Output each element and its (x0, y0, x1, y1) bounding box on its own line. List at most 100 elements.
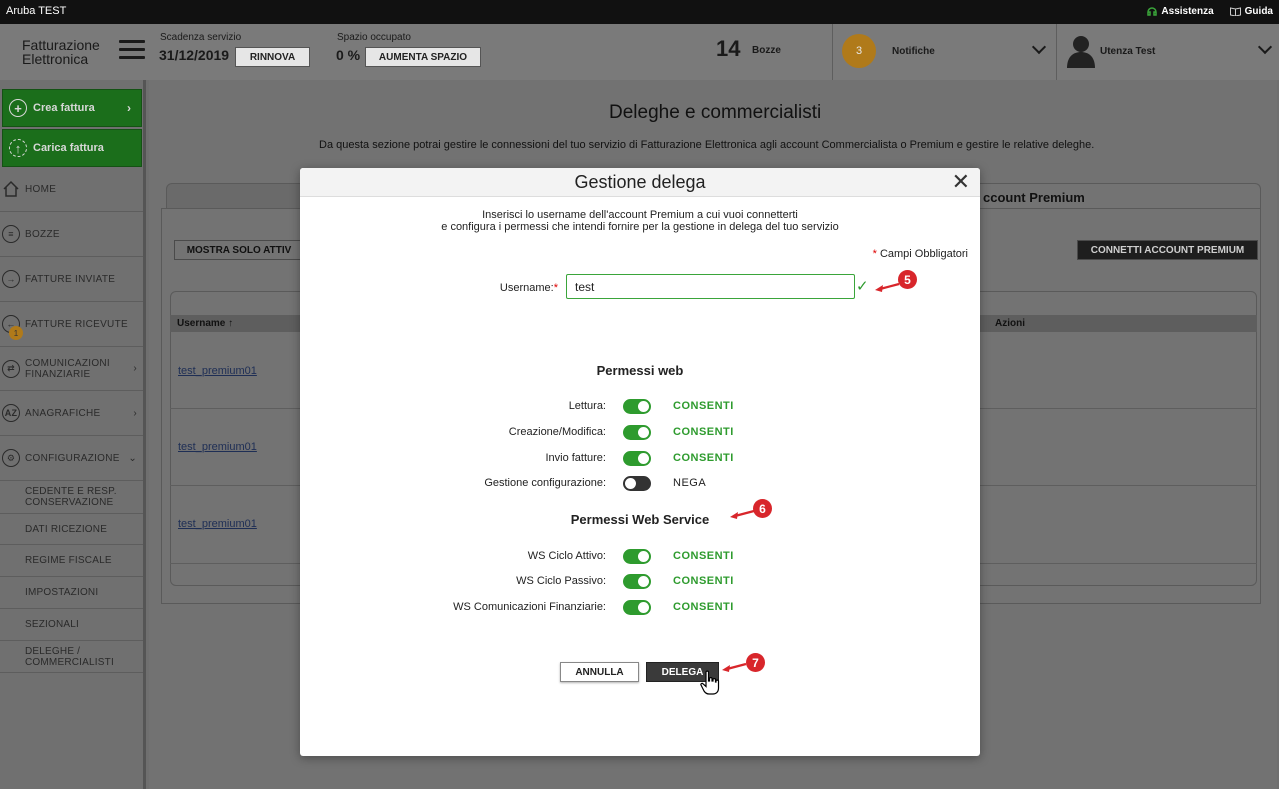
sidebar-item-bozze[interactable]: ≡ BOZZE (0, 212, 143, 257)
sidebar-subitem-regime-fiscale[interactable]: REGIME FISCALE (0, 545, 143, 577)
modal-header: Gestione delega ✕ (300, 168, 980, 197)
sidebar-item-home[interactable]: HOME (0, 167, 143, 212)
tab-premium[interactable]: ccount Premium (978, 183, 1261, 209)
spazio-label: Spazio occupato (337, 32, 411, 43)
gear-icon: ⚙ (2, 449, 20, 467)
rinnova-button[interactable]: RINNOVA (235, 47, 310, 67)
bozze-label[interactable]: Bozze (752, 45, 781, 56)
perm-creazione-toggle[interactable] (623, 425, 651, 440)
sidebar-item-anagrafiche[interactable]: AZ ANAGRAFICHE › (0, 391, 143, 436)
book-icon (1229, 7, 1241, 16)
sidebar-subitem-cedente[interactable]: CEDENTE E RESP. CONSERVAZIONE (0, 481, 143, 514)
table-row-username-link[interactable]: test_premium01 (178, 518, 257, 530)
plus-icon: + (9, 99, 27, 117)
required-fields-note: * Campi Obbligatori (872, 248, 968, 260)
bozze-count[interactable]: 14 (716, 36, 740, 62)
perm-gestione-value: NEGA (673, 477, 707, 489)
chevron-down-icon: ⌄ (128, 452, 137, 464)
notifications-badge[interactable]: 3 (842, 34, 876, 68)
table-row-username-link[interactable]: test_premium01 (178, 441, 257, 453)
hamburger-menu-icon[interactable] (119, 40, 145, 62)
annotation-marker-7: 7 (746, 653, 765, 672)
chevron-right-icon: › (133, 363, 137, 374)
perm-creazione-value: CONSENTI (673, 426, 734, 438)
assistenza-link[interactable]: Assistenza (1147, 6, 1214, 17)
perm-gestione-label: Gestione configurazione: (484, 477, 606, 489)
header-divider (832, 24, 833, 80)
table-row-username-link[interactable]: test_premium01 (178, 365, 257, 377)
sidebar-subitem-dati-ricezione[interactable]: DATI RICEZIONE (0, 514, 143, 545)
tab-commercialista[interactable] (166, 183, 306, 209)
perm-ws-attivo-toggle[interactable] (623, 549, 651, 564)
perm-ws-passivo-value: CONSENTI (673, 575, 734, 587)
perm-ws-attivo-value: CONSENTI (673, 550, 734, 562)
perm-ws-comunicazioni-toggle[interactable] (623, 600, 651, 615)
notifications-chevron-down-icon[interactable] (1031, 39, 1047, 55)
perm-lettura-value: CONSENTI (673, 400, 734, 412)
scadenza-label: Scadenza servizio (160, 32, 242, 43)
user-avatar-icon[interactable] (1066, 34, 1096, 68)
connetti-account-premium-button[interactable]: CONNETTI ACCOUNT PREMIUM (1077, 240, 1258, 260)
perm-gestione-toggle[interactable] (623, 476, 651, 491)
perm-invio-value: CONSENTI (673, 452, 734, 464)
perm-ws-passivo-label: WS Ciclo Passivo: (516, 575, 606, 587)
sidebar-subitem-deleghe[interactable]: DELEGHE / COMMERCIALISTI (0, 641, 143, 673)
home-icon (3, 180, 19, 197)
sidebar-item-fatture-ricevute[interactable]: ← FATTURE RICEVUTE (0, 302, 143, 347)
page-description: Da questa sezione potrai gestire le conn… (319, 139, 1095, 151)
spazio-value: 0 % (336, 47, 361, 63)
header-divider (1056, 24, 1057, 80)
permessi-web-title: Permessi web (596, 363, 684, 378)
fatture-ricevute-badge: 1 (9, 326, 23, 340)
perm-ws-comunicazioni-label: WS Comunicazioni Finanziarie: (453, 601, 606, 613)
valid-check-icon: ✓ (856, 278, 869, 295)
username-label: Username:* (499, 282, 558, 294)
gestione-delega-modal: Gestione delega ✕ Inserisci lo username … (300, 168, 980, 756)
annotation-marker-5: 5 (898, 270, 917, 289)
logo[interactable]: Fatturazione Elettronica (22, 38, 100, 66)
sidebar-subitem-impostazioni[interactable]: IMPOSTAZIONI (0, 577, 143, 609)
perm-lettura-label: Lettura: (568, 400, 606, 412)
notifications-label[interactable]: Notifiche (892, 46, 935, 57)
perm-invio-toggle[interactable] (623, 451, 651, 466)
page-title: Deleghe e commercialisti (609, 102, 822, 123)
perm-ws-passivo-toggle[interactable] (623, 574, 651, 589)
sidebar-item-configurazione[interactable]: ⚙ CONFIGURAZIONE ⌄ (0, 436, 143, 481)
sidebar-item-fatture-inviate[interactable]: → FATTURE INVIATE (0, 257, 143, 302)
perm-invio-label: Invio fatture: (545, 452, 606, 464)
crea-fattura-button[interactable]: + Crea fattura › (2, 89, 142, 127)
col-username-header[interactable]: Username ↑ (177, 318, 233, 329)
upload-icon: ↑ (9, 139, 27, 157)
annulla-button[interactable]: ANNULLA (560, 662, 639, 682)
drafts-icon: ≡ (2, 225, 20, 243)
mostra-solo-attivi-button[interactable]: MOSTRA SOLO ATTIV (174, 240, 304, 260)
permessi-ws-title: Permessi Web Service (570, 512, 710, 527)
perm-lettura-toggle[interactable] (623, 399, 651, 414)
carica-fattura-button[interactable]: ↑ Carica fattura (2, 129, 142, 167)
perm-creazione-label: Creazione/Modifica: (508, 426, 606, 438)
perm-ws-attivo-label: WS Ciclo Attivo: (527, 550, 606, 562)
modal-intro: Inserisci lo username dell'account Premi… (441, 209, 839, 233)
arrow-right-icon: → (2, 270, 20, 288)
username-input[interactable] (566, 274, 855, 299)
hand-cursor-icon (700, 670, 720, 695)
user-chevron-down-icon[interactable] (1257, 39, 1273, 55)
sidebar-subitem-sezionali[interactable]: SEZIONALI (0, 609, 143, 641)
annotation-marker-6: 6 (753, 499, 772, 518)
sidebar-item-comunicazioni-finanziarie[interactable]: ⇄ COMUNICAZIONI FINANZIARIE › (0, 347, 143, 391)
perm-ws-comunicazioni-value: CONSENTI (673, 601, 734, 613)
app-title: Aruba TEST (6, 5, 67, 17)
chevron-right-icon: › (133, 407, 137, 419)
col-azioni-header: Azioni (995, 318, 1025, 329)
chevron-right-icon: › (127, 101, 131, 115)
top-bar: Aruba TEST Assistenza Guida (0, 0, 1279, 24)
annotation-arrow-icon (722, 662, 747, 672)
user-label[interactable]: Utenza Test (1100, 46, 1155, 57)
annotation-arrow-icon (875, 282, 900, 292)
scadenza-value: 31/12/2019 (159, 47, 230, 63)
modal-title: Gestione delega (574, 172, 706, 192)
exchange-icon: ⇄ (2, 359, 20, 378)
aumenta-spazio-button[interactable]: AUMENTA SPAZIO (365, 47, 481, 67)
close-icon[interactable]: ✕ (952, 171, 970, 193)
guida-link[interactable]: Guida (1229, 6, 1273, 17)
